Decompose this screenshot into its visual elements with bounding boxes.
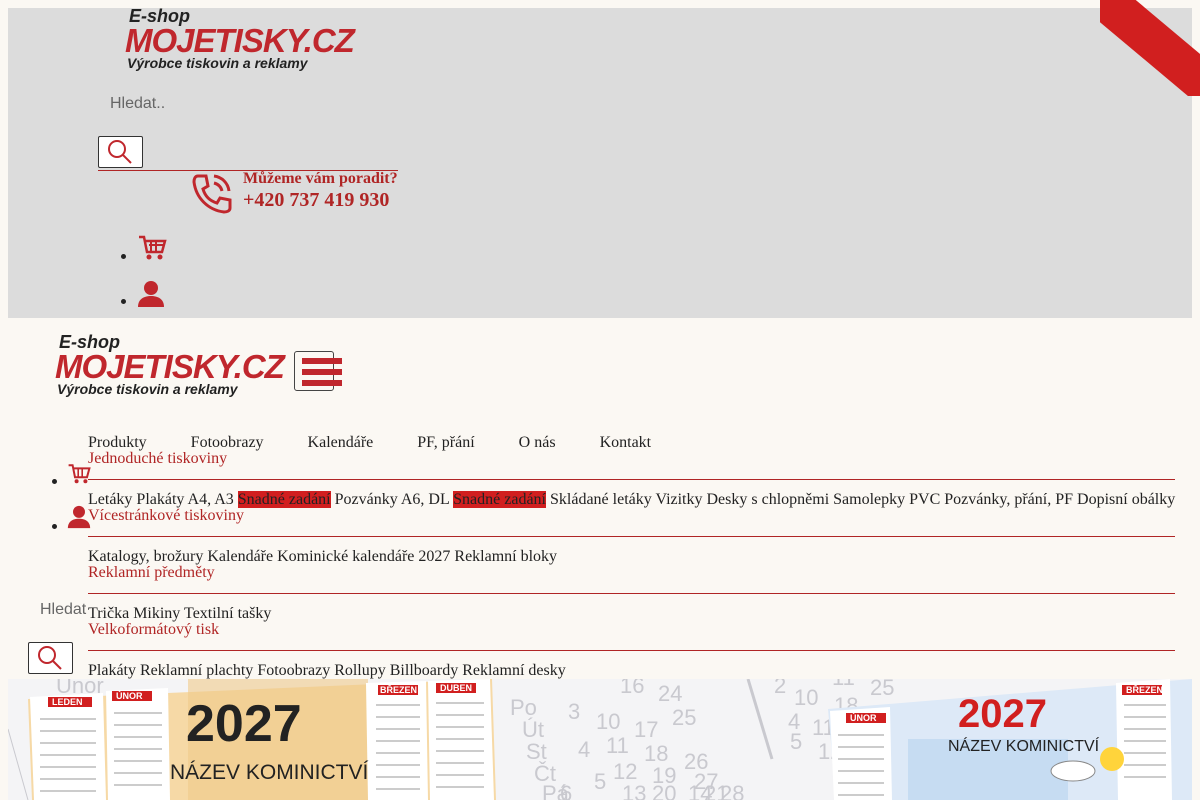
menu-category-title[interactable]: Reklamní předměty <box>88 564 215 582</box>
menu-badge[interactable]: Snadné zadání <box>453 491 546 508</box>
search-icon <box>38 646 62 670</box>
search-icon <box>108 140 132 164</box>
sun-icon <box>1100 747 1124 771</box>
menu-item[interactable]: Reklamní plachty <box>140 662 253 679</box>
svg-text:16: 16 <box>620 679 644 698</box>
menu-item[interactable]: Reklamní bloky <box>454 548 557 565</box>
menu-item[interactable]: Kalendáře <box>207 548 273 565</box>
menu-item[interactable]: Plakáty A4, A3 <box>136 491 233 508</box>
menu-item[interactable]: Vizitky <box>655 491 702 508</box>
mobile-logo[interactable]: E-shop MOJETISKY.CZ Výrobce tiskovin a r… <box>55 332 285 397</box>
menu-divider <box>88 536 1175 537</box>
calendar-left: LEDEN ÚNOR BŘEZEN DUBEN 2027 NÁZEV KOMIN… <box>28 679 496 800</box>
menu-item[interactable]: Pozvánky, přání, PF <box>944 491 1073 508</box>
svg-text:24: 24 <box>658 681 682 706</box>
menu-item[interactable]: Letáky <box>88 491 132 508</box>
list-bullet <box>52 479 57 484</box>
svg-text:11: 11 <box>832 679 855 690</box>
svg-text:25: 25 <box>870 679 894 700</box>
contact-question: Můžeme vám poradit? <box>243 170 398 187</box>
nav-item-kalendare[interactable]: Kalendáře <box>308 434 374 452</box>
menu-category-title[interactable]: Jednoduché tiskoviny <box>88 450 227 468</box>
svg-text:11: 11 <box>606 733 629 758</box>
svg-text:6: 6 <box>560 781 572 800</box>
menu-category-title[interactable]: Velkoformátový tisk <box>88 621 219 639</box>
menu-item[interactable]: Reklamní desky <box>462 662 566 679</box>
month-label: ÚNOR <box>116 690 143 701</box>
banner-image: Únor Po Út St Čt Pá 16 24 3 10 17 25 4 1… <box>8 679 1192 800</box>
nav-item-pf-prani[interactable]: PF, přání <box>417 434 474 452</box>
month-label: ÚNOR <box>850 712 877 723</box>
logo-brand: MOJETISKY.CZ <box>55 348 285 385</box>
corner-ribbon <box>1100 0 1200 96</box>
menu-item[interactable]: Samolepky PVC <box>833 491 940 508</box>
menu-divider <box>88 650 1175 651</box>
svg-text:2: 2 <box>774 679 786 698</box>
svg-text:28: 28 <box>720 781 744 800</box>
month-label: BŘEZEN <box>1126 684 1163 695</box>
calendar-year: 2027 <box>186 695 302 753</box>
contact-phone[interactable]: +420 737 419 930 <box>243 189 389 212</box>
month-label: BŘEZEN <box>380 684 417 695</box>
mobile-search-input[interactable]: Hledat <box>40 601 86 619</box>
menu-item[interactable]: Katalogy, brožury <box>88 548 203 565</box>
menu-item[interactable]: Rollupy <box>334 662 386 679</box>
menu-item[interactable]: Skládané letáky <box>550 491 652 508</box>
search-button[interactable] <box>98 136 143 168</box>
list-bullet <box>121 299 126 304</box>
cart-icon[interactable] <box>137 234 167 262</box>
menu-item[interactable]: Pozvánky A6, DL <box>335 491 450 508</box>
calendar-title: NÁZEV KOMINICTVÍ <box>948 736 1100 755</box>
svg-text:5: 5 <box>594 769 606 794</box>
menu-category-items: Letáky Plakáty A4, A3 Snadné zadání Pozv… <box>88 491 1175 509</box>
svg-text:5: 5 <box>790 729 802 754</box>
user-icon[interactable] <box>137 280 165 308</box>
menu-item[interactable]: Textilní tašky <box>184 605 271 622</box>
month-label: DUBEN <box>440 683 472 693</box>
logo[interactable]: E-shop MOJETISKY.CZ Výrobce tiskovin a r… <box>125 6 355 71</box>
menu-item[interactable]: Fotoobrazy <box>257 662 330 679</box>
menu-item[interactable]: Desky s chlopněmi <box>707 491 830 508</box>
svg-text:10: 10 <box>794 685 818 710</box>
mobile-search-button[interactable] <box>28 642 73 674</box>
nav-item-kontakt[interactable]: Kontakt <box>600 434 652 452</box>
menu-item[interactable]: Plakáty <box>88 662 136 679</box>
calendar-title: NÁZEV KOMINICTVÍ <box>170 761 369 784</box>
menu-divider <box>88 593 1175 594</box>
logo-brand: MOJETISKY.CZ <box>125 22 355 59</box>
calendar-year: 2027 <box>958 692 1047 736</box>
svg-text:25: 25 <box>672 705 696 730</box>
month-label: LEDEN <box>52 697 83 707</box>
hero-banner[interactable]: Únor Po Út St Čt Pá 16 24 3 10 17 25 4 1… <box>8 679 1192 800</box>
menu-divider <box>88 479 1175 480</box>
menu-badge[interactable]: Snadné zadání <box>237 491 331 508</box>
search-input[interactable]: Hledat.. <box>110 95 165 113</box>
menu-item[interactable]: Kominické kalendáře 2027 <box>277 548 450 565</box>
list-bullet <box>52 524 57 529</box>
svg-text:4: 4 <box>578 737 590 762</box>
menu-category-items: Plakáty Reklamní plachty Fotoobrazy Roll… <box>88 662 566 680</box>
phone-icon <box>192 174 232 214</box>
menu-button[interactable] <box>294 351 342 391</box>
svg-text:10: 10 <box>596 709 620 734</box>
menu-category-title[interactable]: Vícestránkové tiskoviny <box>88 507 244 525</box>
svg-text:20: 20 <box>652 781 676 800</box>
list-bullet <box>121 254 126 259</box>
menu-item[interactable]: Billboardy <box>390 662 458 679</box>
svg-text:3: 3 <box>568 699 580 724</box>
svg-text:17: 17 <box>634 717 658 742</box>
menu-item[interactable]: Dopisní obálky <box>1077 491 1175 508</box>
menu-item[interactable]: Trička <box>88 605 129 622</box>
menu-item[interactable]: Mikiny <box>133 605 180 622</box>
svg-text:13: 13 <box>622 781 646 800</box>
nav-item-o-nas[interactable]: O nás <box>519 434 556 452</box>
